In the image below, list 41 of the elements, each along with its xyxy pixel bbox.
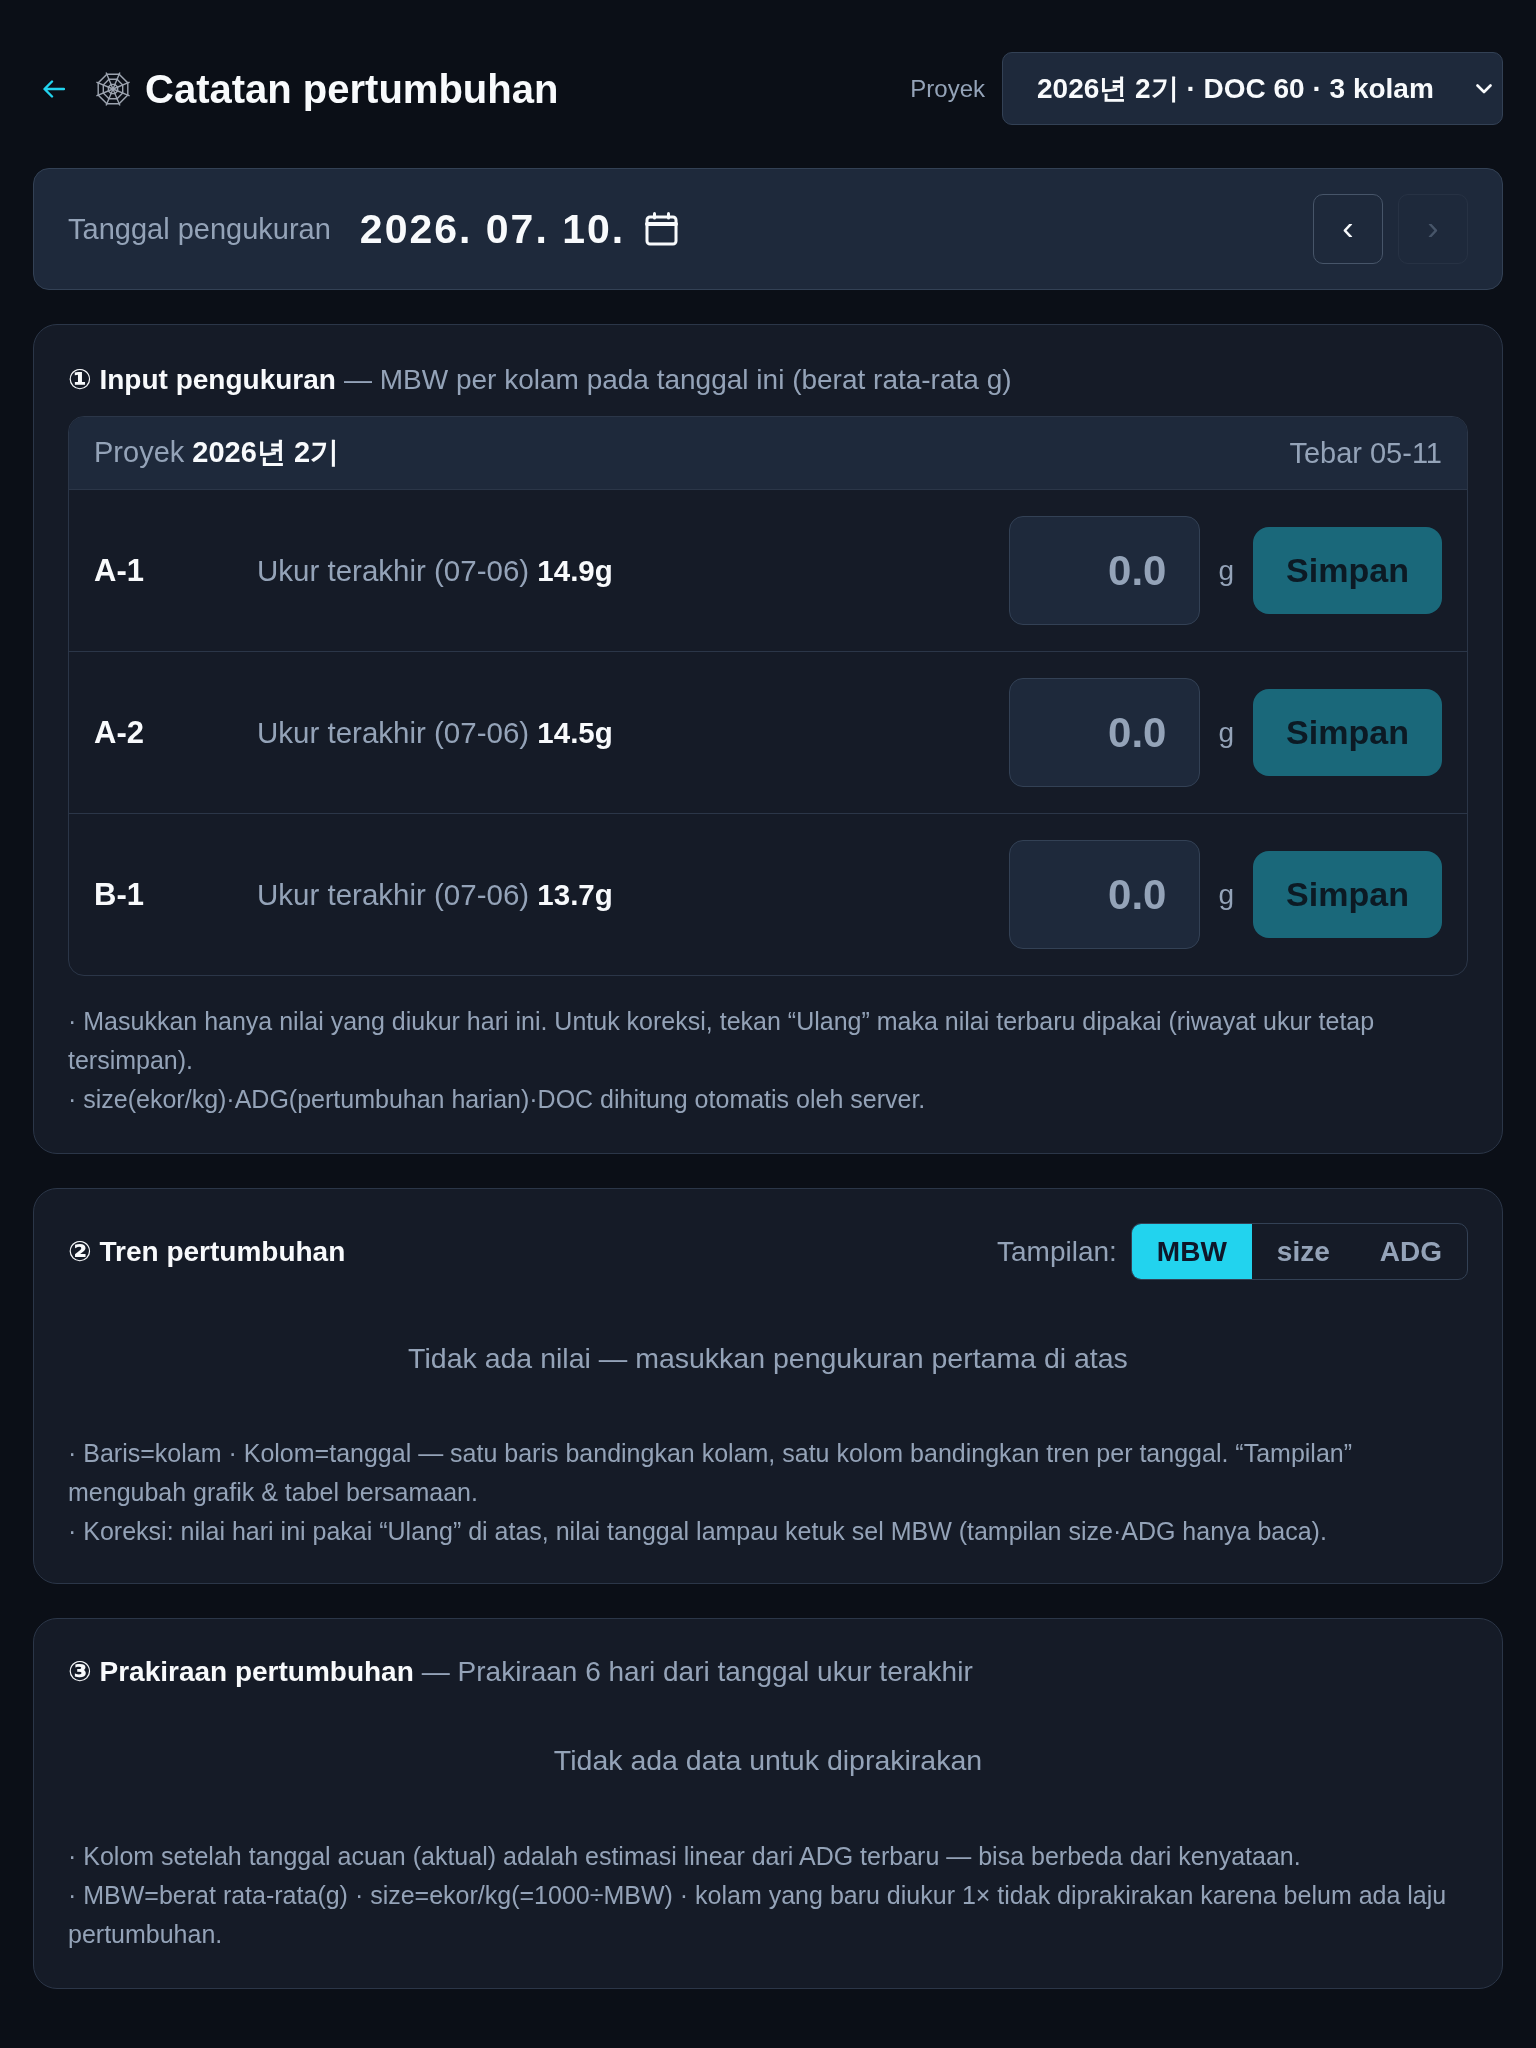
last-measurement-text: Ukur terakhir (07-06) 13.7g — [257, 877, 614, 912]
view-label: Tampilan: — [997, 1235, 1117, 1268]
section-title: ③ Prakiraan pertumbuhan — [68, 1655, 414, 1689]
note-text: · Baris=kolam · Kolom=tanggal — satu baris bandingkan kolam, satu kolom bandingkan tren per tanggal. “Tampilan” mengubah grafik & tabel bersamaan. — [68, 1438, 1354, 1508]
chevron-down-icon — [1476, 83, 1492, 94]
project-label: Proyek — [910, 74, 985, 103]
note-text: · MBW=berat rata-rata(g) · size=ekor/kg(=1000÷MBW) · kolam yang baru diukur 1× tidak diprakirakan karena belum ada laju pertumbuhan. — [68, 1880, 1448, 1950]
project-name-text: Proyek 2026년 2기 — [94, 435, 340, 470]
calendar-icon — [645, 212, 679, 246]
section-subtitle: — Prakiraan 6 hari dari tanggal ukur terakhir — [421, 1655, 973, 1689]
empty-message: Tidak ada nilai — masukkan pengukuran pertama di atas — [407, 1341, 1129, 1376]
date-input[interactable]: 2026. 07. 10. — [359, 205, 679, 253]
unit-label: g — [1218, 716, 1234, 749]
date-label: Tanggal pengukuran — [68, 212, 331, 246]
last-measurement-text: Ukur terakhir (07-06) 14.5g — [257, 715, 614, 750]
spiderweb-icon — [94, 69, 132, 108]
unit-label: g — [1218, 554, 1234, 587]
note-text: · Masukkan hanya nilai yang diukur hari ini. Untuk koreksi, tekan “Ulang” maka nilai terbaru dipakai (riwayat ukur tetap tersimpan). — [68, 1006, 1376, 1076]
unit-label: g — [1218, 878, 1234, 911]
pond-name: A-1 — [94, 552, 145, 589]
last-measurement-text: Ukur terakhir (07-06) 14.9g — [257, 553, 614, 588]
pond-name: B-1 — [94, 876, 145, 913]
weight-input[interactable]: 0.0 — [1009, 678, 1201, 787]
view-tab[interactable]: ADG — [1354, 1224, 1467, 1279]
stocking-date-text: Tebar 05-11 — [1289, 436, 1442, 470]
view-tab[interactable]: MBW — [1131, 1224, 1252, 1279]
section-title: ① Input pengukuran — [68, 363, 336, 397]
note-text: · Koreksi: nilai hari ini pakai “Ulang” di atas, nilai tanggal lampau ketuk sel MBW (tampilan size·ADG hanya baca). — [68, 1516, 1328, 1547]
note-text: · Kolom setelah tanggal acuan (aktual) adalah estimasi linear dari ADG terbaru — bisa berbeda dari kenyataan. — [68, 1841, 1302, 1872]
view-tab[interactable]: size — [1251, 1224, 1355, 1279]
section-subtitle: — MBW per kolam pada tanggal ini (berat rata-rata g) — [343, 363, 1012, 397]
empty-message: Tidak ada data untuk diprakirakan — [552, 1743, 984, 1778]
weight-input[interactable]: 0.0 — [1009, 516, 1201, 625]
section-title: ② Tren pertumbuhan — [68, 1235, 347, 1268]
back-arrow-icon[interactable] — [43, 79, 65, 98]
previous-button[interactable]: ‹ — [1313, 194, 1383, 264]
weight-input[interactable]: 0.0 — [1009, 840, 1201, 949]
page-title: Catatan pertumbuhan — [145, 65, 559, 112]
project-select[interactable]: 2026년 2기 · DOC 60 · 3 kolam — [1002, 52, 1503, 125]
pond-name: A-2 — [94, 714, 145, 751]
note-text: · size(ekor/kg)·ADG(pertumbuhan harian)·DOC dihitung otomatis oleh server. — [68, 1084, 927, 1115]
